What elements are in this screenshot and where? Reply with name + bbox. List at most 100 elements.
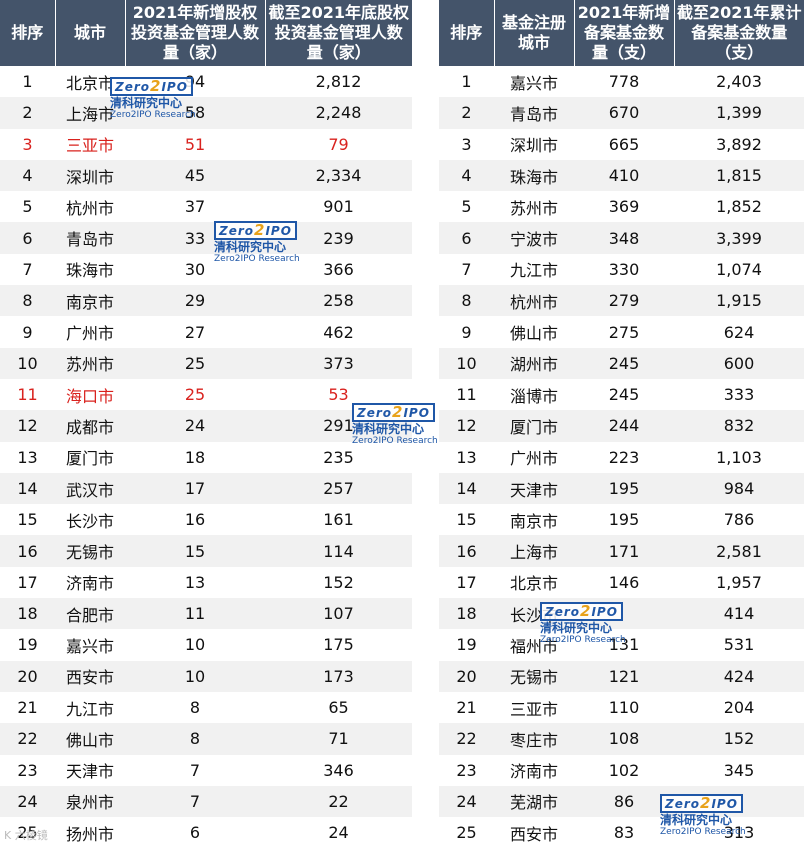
rank-cell: 10	[0, 347, 55, 379]
total-count-cell: 901	[323, 197, 354, 217]
city-cell: 上海市	[55, 97, 125, 129]
total-count-cell: 1,915	[674, 285, 804, 317]
table-row: 17 北京市 146 1,957	[439, 567, 804, 598]
total-count-cell: 2,812	[315, 72, 362, 92]
new-count-cell: 245	[608, 385, 640, 405]
new-count-cell: 121	[574, 660, 674, 692]
new-count-cell: 11	[125, 598, 265, 630]
total-count-cell: 175	[323, 635, 354, 655]
city-cell: 枣庄市	[494, 723, 574, 755]
city-cell: 海口市	[65, 386, 114, 406]
total-count-cell: 424	[674, 660, 804, 692]
header-total-managers: 截至2021年底股权投资基金管理人数量（家）	[265, 0, 412, 66]
city-cell: 珠海市	[494, 159, 574, 192]
table-row: 8 南京市 29 258	[0, 285, 412, 317]
table-row: 11 淄博市 245 333	[439, 379, 804, 410]
total-count-cell: 1,074	[716, 259, 762, 279]
table-header-row: 排序 城市 2021年新增股权投资基金管理人数量（家） 截至2021年底股权投资…	[0, 0, 412, 66]
city-cell: 苏州市	[509, 198, 558, 218]
new-count-cell: 665	[608, 134, 640, 154]
total-count-cell: 345	[723, 760, 755, 780]
new-count-cell: 16	[184, 510, 206, 530]
table-row: 1 北京市 94 2,812	[0, 66, 412, 97]
table-header-row: 排序 基金注册城市 2021年新增备案基金数量（支） 截至2021年累计备案基金…	[439, 0, 804, 66]
rank-cell: 23	[17, 760, 38, 780]
new-count-cell: 275	[608, 322, 640, 342]
new-count-cell: 13	[184, 572, 206, 592]
new-count-cell: 8	[125, 723, 265, 755]
rank-cell: 22	[0, 723, 55, 755]
new-count-cell: 670	[574, 97, 674, 129]
table-row: 8 杭州市 279 1,915	[439, 285, 804, 317]
rank-cell: 4	[439, 159, 494, 192]
table-row: 12 厦门市 244 832	[439, 410, 804, 442]
rank-cell: 12	[439, 410, 494, 442]
new-count-cell: 6	[189, 823, 201, 843]
table-row: 6 宁波市 348 3,399	[439, 222, 804, 254]
header-rank: 排序	[439, 0, 495, 66]
total-count-cell: 3,892	[716, 134, 762, 154]
new-count-cell: 83	[613, 823, 635, 843]
rank-cell: 20	[0, 660, 55, 692]
city-cell: 北京市	[509, 574, 558, 594]
total-count-cell: 624	[723, 322, 755, 342]
table-row: 7 珠海市 30 366	[0, 254, 412, 285]
total-count-cell: 161	[323, 510, 354, 530]
city-cell: 三亚市	[65, 136, 114, 156]
table-row: 20 无锡市 121 424	[439, 660, 804, 692]
new-count-cell: 51	[184, 134, 206, 154]
city-cell: 长沙市	[494, 598, 574, 630]
rank-cell: 19	[17, 635, 38, 655]
rank-cell: 5	[22, 197, 33, 217]
city-cell: 无锡市	[55, 535, 125, 567]
new-count-cell: 348	[574, 222, 674, 254]
table-row: 4 珠海市 410 1,815	[439, 159, 804, 192]
total-count-cell: 107	[265, 598, 412, 630]
table-row: 25 扬州市 6 24	[0, 817, 412, 848]
table-row: 10 苏州市 25 373	[0, 347, 412, 379]
total-count-cell	[674, 785, 804, 818]
header-fund-city: 基金注册城市	[494, 0, 575, 66]
new-count-cell: 195	[608, 510, 640, 530]
rank-cell: 3	[22, 134, 33, 154]
city-cell: 湖州市	[494, 347, 574, 379]
table-row: 11 海口市 25 53	[0, 379, 412, 410]
header-total-funds: 截至2021年累计备案基金数量（支）	[674, 0, 804, 66]
new-count-cell: 10	[125, 660, 265, 692]
new-count-cell: 108	[574, 723, 674, 755]
table-row: 14 天津市 195 984	[439, 472, 804, 505]
rank-cell: 6	[0, 222, 55, 254]
new-count-cell: 30	[184, 259, 206, 279]
new-count-cell: 410	[574, 159, 674, 192]
new-count-cell: 17	[125, 472, 265, 505]
rank-cell: 18	[0, 598, 55, 630]
new-count-cell: 131	[608, 635, 640, 655]
city-cell: 天津市	[65, 762, 114, 782]
rank-cell: 8	[0, 285, 55, 317]
city-cell: 广州市	[65, 324, 114, 344]
city-cell: 西安市	[55, 660, 125, 692]
total-count-cell: 313	[723, 823, 755, 843]
table-row: 2 上海市 58 2,248	[0, 97, 412, 129]
rank-cell: 1	[461, 72, 472, 92]
new-count-cell	[574, 598, 674, 630]
header-rank: 排序	[0, 0, 56, 66]
total-count-cell: 786	[723, 510, 755, 530]
table-row: 15 长沙市 16 161	[0, 504, 412, 535]
table-row: 22 枣庄市 108 152	[439, 723, 804, 755]
total-count-cell: 414	[674, 598, 804, 630]
rank-cell: 14	[0, 472, 55, 505]
total-count-cell: 291	[265, 410, 412, 442]
new-count-cell: 330	[608, 259, 640, 279]
rank-cell: 13	[456, 447, 477, 467]
table-row: 10 湖州市 245 600	[439, 347, 804, 379]
city-cell: 佛山市	[509, 324, 558, 344]
new-count-cell: 86	[574, 785, 674, 818]
new-count-cell: 15	[125, 535, 265, 567]
total-count-cell: 333	[723, 385, 755, 405]
city-cell: 三亚市	[509, 699, 558, 719]
city-cell: 武汉市	[55, 472, 125, 505]
total-count-cell: 257	[265, 472, 412, 505]
source-watermark: K 六棱镜	[4, 829, 48, 842]
new-count-cell: 7	[125, 785, 265, 818]
